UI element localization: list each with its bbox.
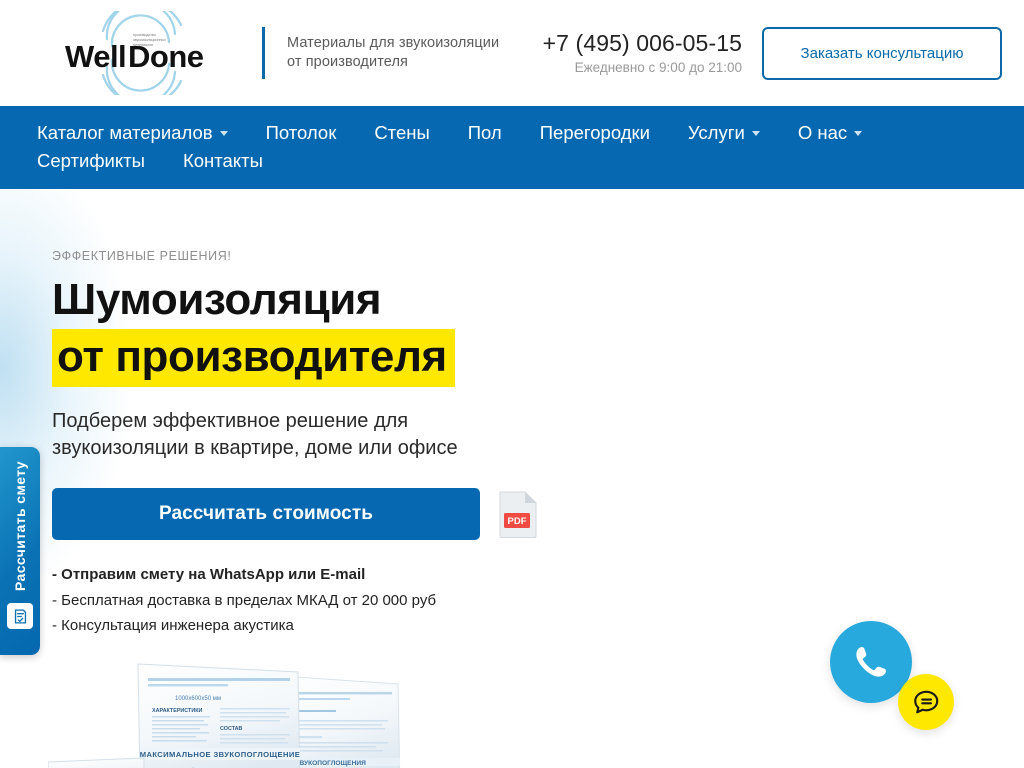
page-title: Шумоизоляция от производителя (52, 274, 672, 387)
logo-wordmark-well: Well (65, 39, 126, 74)
page-root: Well Done производство звукоизоляционных… (0, 0, 1024, 768)
hero-content: ЭФФЕКТИВНЫЕ РЕШЕНИЯ! Шумоизоляция от про… (52, 249, 672, 654)
list-item: - Отправим смету на WhatsApp или E-mail (52, 566, 366, 583)
list-item: - Бесплатная доставка в пределах МКАД от… (52, 591, 437, 609)
nav-item-label: Потолок (265, 122, 337, 143)
hero-benefits-list: - Отправим смету на WhatsApp или E-mail … (52, 562, 672, 639)
main-navigation: Каталог материалов Потолок Стены Пол Пер… (0, 106, 1024, 189)
nav-item-label: Каталог материалов (37, 122, 213, 143)
nav-item-walls[interactable]: Стены (374, 119, 429, 147)
nav-item-floor[interactable]: Пол (468, 119, 502, 147)
hero-eyebrow: ЭФФЕКТИВНЫЕ РЕШЕНИЯ! (52, 249, 232, 263)
hero-cta-row: Рассчитать стоимость PDF (52, 488, 672, 540)
chevron-down-icon (854, 130, 863, 136)
chevron-down-icon (219, 130, 228, 136)
pdf-file-icon: PDF (499, 491, 537, 539)
pdf-badge-text: PDF (508, 516, 527, 527)
header-phone-number[interactable]: +7 (495) 006-05-15 (543, 30, 742, 56)
product-bag-right: ОЕ ЗВУКОПОГЛОЩЕНИЯ WellDone (279, 675, 401, 768)
site-header: Well Done производство звукоизоляционных… (0, 0, 1024, 106)
product-composition-title: СОСТАВ (220, 726, 243, 732)
svg-text:звукоизоляционных: звукоизоляционных (133, 38, 166, 42)
hero-title-line2-highlight: от производителя (52, 329, 455, 387)
svg-text:материалов: материалов (133, 43, 153, 47)
site-logo[interactable]: Well Done производство звукоизоляционных… (50, 9, 250, 97)
hero-title-line1: Шумоизоляция (52, 275, 382, 324)
list-item: - Консультация инженера акустика (52, 617, 294, 634)
nav-item-label: Сертификты (37, 150, 145, 171)
chat-bubble-icon (914, 690, 939, 714)
svg-text:производство: производство (133, 33, 156, 37)
estimate-side-tab[interactable]: Рассчитать смету (0, 447, 40, 655)
nav-item-contacts[interactable]: Контакты (183, 147, 263, 175)
product-bag-center: 1000x600x50 мм ХАРАКТЕРИСТИКИ СОСТАВ МАК… (137, 663, 301, 768)
nav-item-label: Перегородки (539, 122, 650, 143)
nav-items-container: Каталог материалов Потолок Стены Пол Пер… (0, 119, 1024, 175)
product-headline-right: ОЕ ЗВУКОПОГЛОЩЕНИЯ (284, 760, 366, 767)
nav-item-label: Контакты (182, 150, 263, 171)
header-working-hours: Ежедневно с 9:00 до 21:00 (574, 60, 742, 75)
phone-icon (856, 647, 886, 677)
product-spec-title: ХАРАКТЕРИСТИКИ (152, 708, 203, 714)
product-dimensions: 1000x600x50 мм (175, 696, 221, 702)
nav-item-label: Услуги (687, 122, 745, 143)
chevron-down-icon (751, 130, 760, 136)
chat-float-button[interactable] (898, 674, 954, 730)
nav-item-ceiling[interactable]: Потолок (266, 119, 337, 147)
header-tagline: Материалы для звукоизоляции от производи… (287, 35, 500, 70)
nav-item-label: Стены (374, 122, 430, 143)
nav-item-services[interactable]: Услуги (688, 119, 760, 147)
estimate-document-icon (7, 603, 33, 630)
nav-item-about[interactable]: О нас (797, 119, 863, 147)
order-consultation-button[interactable]: Заказать консультацию (762, 26, 1002, 80)
hero-section: ЭФФЕКТИВНЫЕ РЕШЕНИЯ! Шумоизоляция от про… (0, 189, 1024, 768)
nav-item-certificates[interactable]: Сертификты (37, 147, 145, 175)
header-divider (262, 27, 265, 79)
nav-item-partitions[interactable]: Перегородки (540, 119, 650, 147)
welldone-logo-svg: Well Done производство звукоизоляционных… (65, 11, 204, 95)
nav-item-catalog[interactable]: Каталог материалов (37, 119, 228, 147)
nav-item-label: Пол (467, 122, 502, 143)
pdf-download-link[interactable]: PDF (498, 490, 538, 539)
product-bag-left (47, 757, 145, 768)
product-headline-center: МАКСИМАЛЬНОЕ ЗВУКОПОГЛОЩЕНИЕ (140, 750, 300, 759)
calculate-cost-button[interactable]: Рассчитать стоимость (52, 488, 480, 540)
header-contact-block: +7 (495) 006-05-15 Ежедневно с 9:00 до 2… (543, 29, 742, 77)
nav-item-label: О нас (797, 122, 848, 143)
estimate-side-tab-label: Рассчитать смету (12, 461, 28, 592)
product-packages-svg: ОЕ ЗВУКОПОГЛОЩЕНИЯ WellDone 1000x600x50 … (47, 663, 401, 768)
product-packages-image: ОЕ ЗВУКОПОГЛОЩЕНИЯ WellDone 1000x600x50 … (47, 654, 408, 768)
hero-subtitle: Подберем эффективное решение для звукоиз… (52, 410, 458, 459)
